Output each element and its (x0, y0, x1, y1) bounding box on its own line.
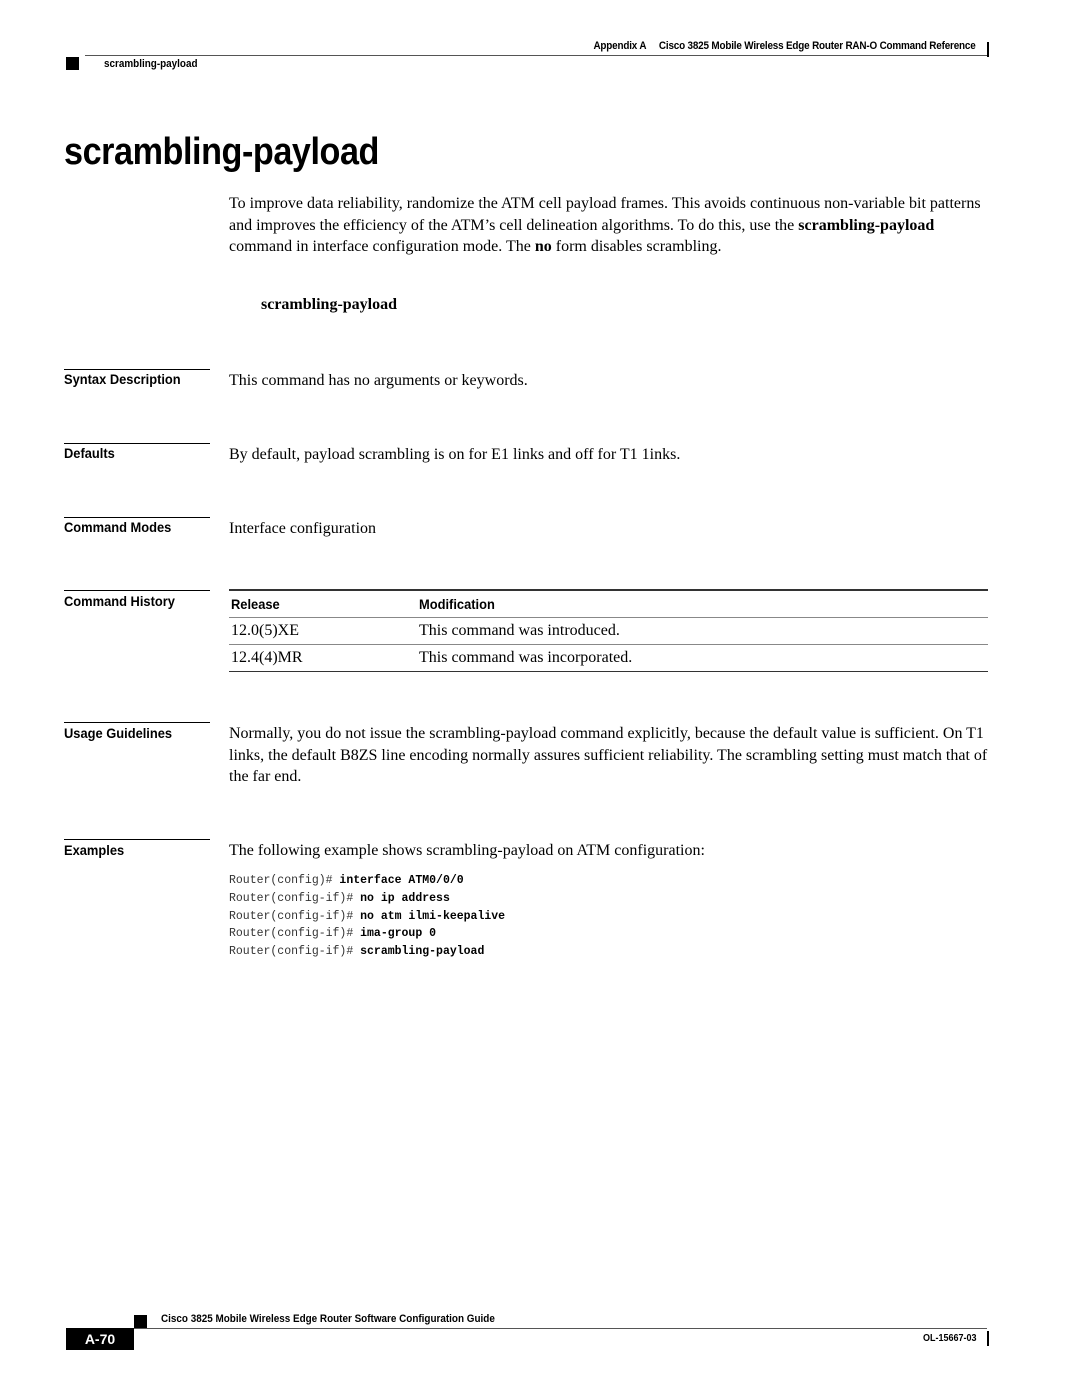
footer-rule (134, 1328, 987, 1329)
modification-cell: This command was incorporated. (419, 649, 633, 666)
table-header-row: Release Modification (229, 591, 988, 618)
intro-text: command in interface configuration mode.… (229, 238, 535, 255)
code-prompt: Router(config)# (229, 874, 340, 887)
usage-guidelines-text: Normally, you do not issue the scramblin… (229, 725, 988, 785)
section-label-syntax-description: Syntax Description (64, 371, 181, 387)
examples-text: The following example shows scrambling-p… (229, 842, 705, 859)
page-number: A-70 (66, 1328, 134, 1350)
running-header: Appendix A Cisco 3825 Mobile Wireless Edg… (594, 40, 976, 52)
table-row: 12.4(4)MR This command was incorporated. (229, 645, 988, 672)
section-rule (64, 443, 210, 444)
footer-guide-title: Cisco 3825 Mobile Wireless Edge Router S… (161, 1313, 495, 1325)
section-rule (64, 517, 210, 518)
defaults-text: By default, payload scrambling is on for… (229, 446, 681, 463)
header-bar-mark (987, 42, 989, 57)
code-command: no ip address (360, 891, 450, 905)
appendix-label: Appendix A (593, 40, 647, 52)
section-label-examples: Examples (64, 842, 125, 858)
syntax-command: scrambling-payload (261, 296, 398, 313)
intro-command-name: scrambling-payload (798, 216, 935, 234)
code-line: Router(config-if)# no ip address (229, 890, 505, 908)
section-label-defaults: Defaults (64, 445, 115, 461)
code-prompt: Router(config-if)# (229, 891, 361, 905)
code-line: Router(config-if)# no atm ilmi-keepalive (229, 908, 505, 926)
command-modes-text: Interface configuration (229, 520, 377, 537)
release-cell: 12.4(4)MR (231, 649, 303, 666)
release-cell: 12.0(5)XE (231, 622, 299, 639)
footer-block-mark (134, 1315, 147, 1328)
section-rule (64, 369, 210, 370)
section-label-command-history: Command History (64, 593, 175, 609)
section-rule (64, 590, 210, 591)
code-command: scrambling-payload (360, 945, 485, 959)
column-header-release: Release (231, 596, 280, 612)
example-code-block: Router(config)# interface ATM0/0/0 Router… (229, 872, 505, 961)
column-header-modification: Modification (419, 596, 495, 612)
table-row: 12.0(5)XE This command was introduced. (229, 618, 988, 645)
header-rule (85, 55, 987, 56)
footer-bar-mark (987, 1331, 989, 1346)
code-prompt: Router(config-if)# (229, 927, 361, 941)
header-section-name: scrambling-payload (104, 58, 198, 70)
code-command: ima-group 0 (360, 927, 437, 941)
page-title: scrambling-payload (64, 131, 379, 173)
chapter-title: Cisco 3825 Mobile Wireless Edge Router R… (659, 40, 976, 52)
modification-cell: This command was introduced. (419, 622, 620, 639)
intro-paragraph: To improve data reliability, randomize t… (229, 193, 989, 258)
section-label-command-modes: Command Modes (64, 519, 172, 535)
code-prompt: Router(config-if)# (229, 909, 361, 923)
code-prompt: Router(config-if)# (229, 945, 361, 959)
document-number: OL-15667-03 (922, 1333, 976, 1344)
code-command: no atm ilmi-keepalive (360, 909, 506, 923)
header-block-mark (66, 57, 79, 70)
code-line: Router(config)# interface ATM0/0/0 (229, 872, 505, 890)
section-rule (64, 722, 210, 723)
code-line: Router(config-if)# scrambling-payload (229, 943, 505, 961)
syntax-description-text: This command has no arguments or keyword… (229, 372, 528, 389)
code-command: interface ATM0/0/0 (339, 874, 464, 887)
section-rule (64, 839, 210, 840)
code-line: Router(config-if)# ima-group 0 (229, 925, 505, 943)
intro-text: form disables scrambling. (551, 238, 722, 255)
section-label-usage-guidelines: Usage Guidelines (64, 725, 173, 741)
command-history-table: Release Modification 12.0(5)XE This comm… (229, 589, 988, 672)
intro-no-keyword: no (534, 238, 552, 255)
